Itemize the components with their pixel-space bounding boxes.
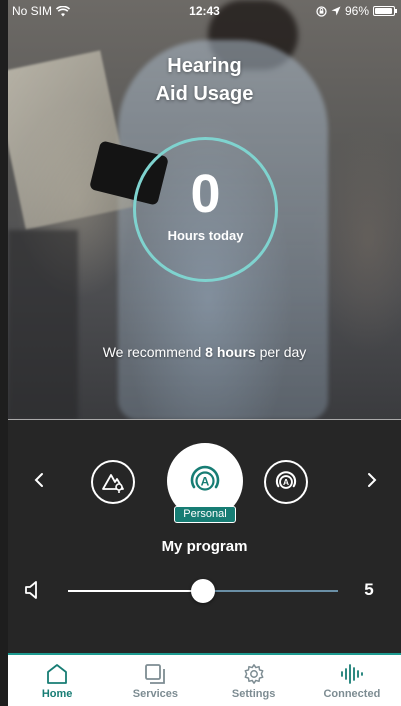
location-arrow-icon [331,6,341,16]
tab-home[interactable]: Home [8,655,106,706]
recommendation-highlight: 8 hours [205,344,256,360]
outdoor-program-icon [102,474,124,493]
bottom-tab-bar: Home Services Settings Connected [8,653,401,706]
automatic-program-icon: A [190,465,220,491]
tab-connected-label: Connected [323,688,381,700]
hero-divider [8,419,401,420]
previous-program-button[interactable] [27,470,51,496]
recommendation-prefix: We recommend [102,344,206,360]
program-name: My program [161,538,248,555]
next-program-button[interactable] [360,470,384,496]
photo-bag-shape [8,230,78,420]
volume-speaker-icon [24,580,42,605]
chevron-right-icon [368,473,377,487]
volume-value: 5 [364,580,374,599]
usage-hours-value: 0 [190,164,221,224]
volume-slider-thumb[interactable] [191,579,215,603]
settings-gear-icon [244,664,264,684]
page-title-line-1: Hearing [167,55,242,77]
recommendation-suffix: per day [255,344,307,360]
usage-ring: 0 Hours today [133,137,278,282]
page-title-line-2: Aid Usage [155,83,254,105]
page-title: Hearing Aid Usage [8,52,401,108]
status-right: 96% [316,4,397,18]
battery-icon [373,6,397,16]
tab-services[interactable]: Services [106,655,204,706]
tab-settings[interactable]: Settings [205,655,303,706]
battery-percent: 96% [344,4,369,18]
soundwave-icon [340,664,363,684]
status-bar: No SIM 12:43 96% [8,0,401,22]
volume-slider-fill [68,590,203,592]
usage-hours-label: Hours today [167,228,244,243]
volume-slider[interactable] [68,579,338,603]
program-automatic-button[interactable]: A [264,460,308,504]
program-outdoor-button[interactable] [91,460,135,504]
tab-services-label: Services [132,688,178,700]
tab-home-label: Home [41,688,73,700]
svg-text:A: A [283,477,289,487]
home-icon [47,664,68,684]
automatic-program-icon: A [275,471,297,489]
svg-text:A: A [201,475,210,489]
program-badge: Personal [174,506,236,523]
services-icon [145,664,166,684]
chevron-left-icon [34,473,43,487]
tab-connected[interactable]: Connected [303,655,401,706]
battery-fill [375,8,393,14]
rotation-lock-icon [316,5,327,17]
recommendation-text: We recommend 8 hours per day [8,344,401,360]
tab-settings-label: Settings [231,688,276,700]
